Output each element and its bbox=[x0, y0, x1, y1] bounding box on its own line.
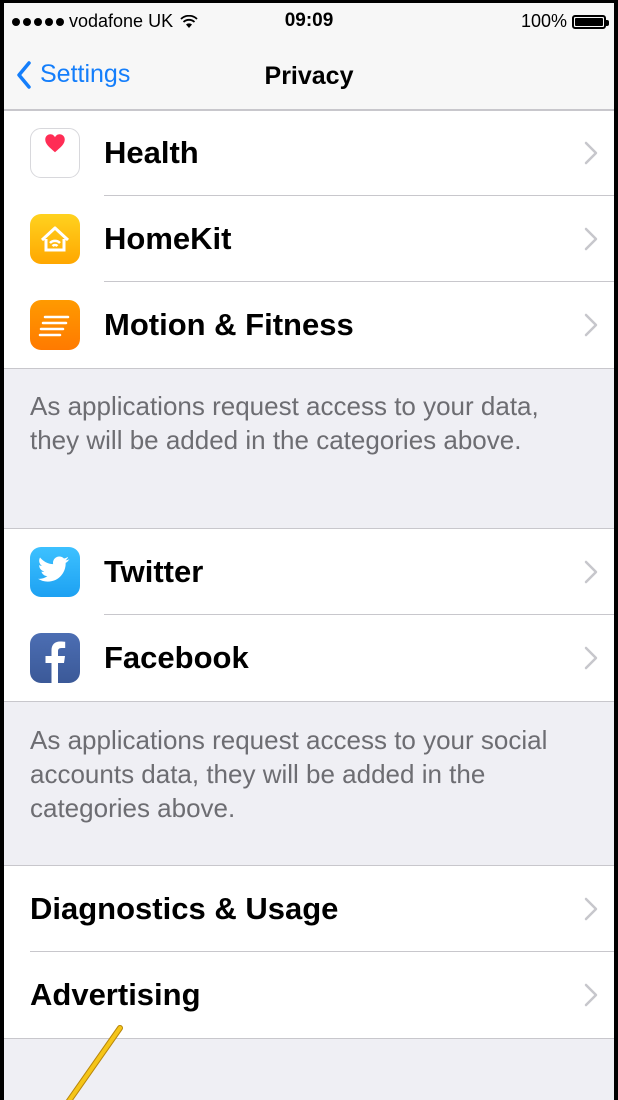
list-item-motion-fitness[interactable]: Motion & Fitness bbox=[4, 282, 614, 368]
homekit-icon bbox=[30, 214, 80, 264]
chevron-right-icon bbox=[584, 983, 598, 1007]
annotation-pointer bbox=[65, 1025, 123, 1100]
group-footer-note: As applications request access to your s… bbox=[30, 725, 548, 823]
list-item-twitter[interactable]: Twitter bbox=[4, 529, 614, 615]
social-accounts-group: Twitter Facebook bbox=[4, 529, 614, 701]
list-item-homekit[interactable]: HomeKit bbox=[4, 196, 614, 282]
list-item-label: Facebook bbox=[104, 640, 249, 675]
page-title: Privacy bbox=[264, 62, 354, 90]
list-item-label: Advertising bbox=[30, 977, 201, 1012]
list-item-label: HomeKit bbox=[104, 221, 232, 256]
diagnostics-group: Diagnostics & Usage Advertising bbox=[4, 866, 614, 1038]
list-item-label: Twitter bbox=[104, 554, 204, 589]
permissions-group: Health HomeKit Motion & Fitness bbox=[4, 110, 614, 368]
chevron-right-icon bbox=[584, 313, 598, 337]
list-item-diagnostics-usage[interactable]: Diagnostics & Usage bbox=[4, 866, 614, 952]
twitter-icon bbox=[30, 547, 80, 597]
health-icon bbox=[30, 128, 80, 178]
status-bar: vodafone UK 09:09 100% bbox=[4, 3, 614, 43]
list-item-label: Motion & Fitness bbox=[104, 307, 354, 342]
privacy-screen: vodafone UK 09:09 100% Settings Privacy bbox=[4, 3, 614, 1100]
motion-fitness-icon bbox=[30, 300, 80, 350]
list-item-label: Health bbox=[104, 135, 199, 170]
list-item-facebook[interactable]: Facebook bbox=[4, 615, 614, 701]
group-footer-note: As applications request access to your d… bbox=[30, 391, 539, 455]
chevron-right-icon bbox=[584, 560, 598, 584]
chevron-right-icon bbox=[584, 227, 598, 251]
battery-icon bbox=[572, 14, 609, 29]
chevron-right-icon bbox=[584, 897, 598, 921]
battery-percent: 100% bbox=[520, 11, 567, 31]
chevron-right-icon bbox=[584, 141, 598, 165]
status-bar-right: 100% bbox=[520, 11, 609, 32]
facebook-icon bbox=[30, 633, 80, 683]
list-item-health[interactable]: Health bbox=[4, 110, 614, 196]
list-item-label: Diagnostics & Usage bbox=[30, 891, 339, 926]
navigation-bar: Settings Privacy bbox=[4, 43, 614, 110]
chevron-right-icon bbox=[584, 646, 598, 670]
